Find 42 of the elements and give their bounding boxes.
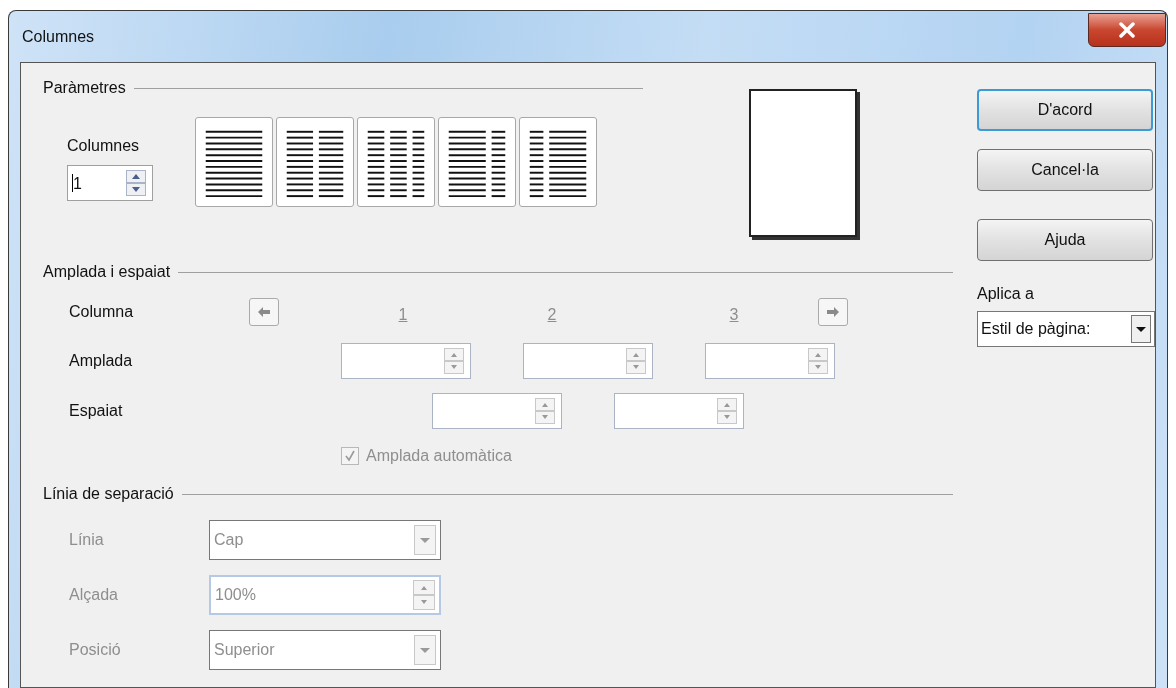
section-title: Amplada i espaiat (43, 263, 171, 281)
column-layout-button[interactable] (195, 117, 273, 207)
spinner-icon[interactable] (626, 348, 646, 374)
checkbox-label: Amplada automàtica (366, 447, 512, 465)
section-title: Paràmetres (43, 79, 126, 97)
column-layout-button[interactable] (357, 117, 435, 207)
right-arrow-icon (826, 306, 840, 318)
column-number: 1 (397, 306, 409, 324)
field-label: Alçada (69, 586, 119, 604)
column-number: 2 (546, 306, 558, 324)
dialog-button[interactable]: D'acord (977, 89, 1153, 131)
spinner-icon[interactable] (808, 348, 828, 374)
column-layout-button[interactable] (519, 117, 597, 207)
width-field[interactable] (705, 343, 835, 379)
column-number: 3 (728, 306, 740, 324)
field-label: Posició (69, 641, 122, 659)
dialog-button[interactable]: Ajuda (977, 219, 1153, 261)
column-layout-button[interactable] (438, 117, 516, 207)
apply-to-label: Aplica a (977, 285, 1035, 303)
left-arrow-icon (257, 306, 271, 318)
field-label: Línia (69, 531, 105, 549)
width-field[interactable] (341, 343, 471, 379)
spacing-field[interactable] (614, 393, 744, 429)
apply-to-dropdown[interactable]: Estil de pàgina: (977, 311, 1155, 347)
spinner-icon[interactable] (444, 348, 464, 374)
spinner-icon[interactable] (126, 170, 146, 196)
columns-label: Columnes (67, 137, 141, 155)
spinner-icon[interactable] (535, 398, 555, 424)
section-title: Línia de separació (43, 485, 174, 503)
window-title: Columnes (22, 28, 95, 46)
close-icon (1118, 22, 1136, 38)
next-button[interactable] (818, 298, 848, 326)
close-button[interactable] (1088, 13, 1166, 47)
spacing-label: Espaiat (69, 402, 124, 420)
column-label: Columna (69, 303, 135, 321)
width-field[interactable] (523, 343, 653, 379)
columns-spin-field[interactable]: 1 (67, 165, 153, 201)
column-layout-button[interactable] (276, 117, 354, 207)
spacing-field[interactable] (432, 393, 562, 429)
spinner-icon[interactable] (717, 398, 737, 424)
width-label: Amplada (69, 352, 134, 370)
dialog-button[interactable]: Cancel·la (977, 149, 1153, 191)
